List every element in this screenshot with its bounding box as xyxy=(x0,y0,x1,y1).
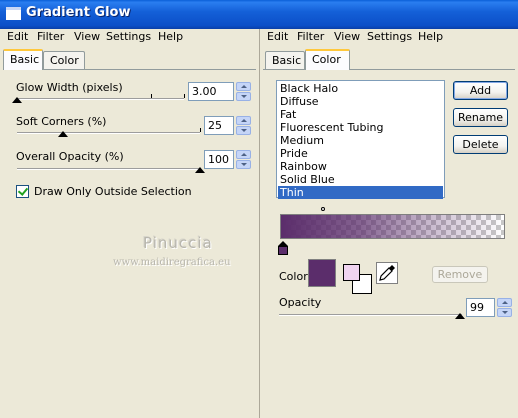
preset-list-item[interactable]: Black Halo xyxy=(278,82,443,95)
tab-basic[interactable]: Basic xyxy=(265,51,305,69)
gradient-preview[interactable] xyxy=(280,214,505,239)
soft-corners-slider-thumb[interactable] xyxy=(57,131,68,137)
color-tab-page: Black Halo Diffuse Fat Fluorescent Tubing Me… xyxy=(263,69,515,415)
basic-tab-page: Glow Width (pixels) 3.00 Soft Corners (%… xyxy=(3,69,256,415)
spin-down-icon[interactable] xyxy=(236,126,251,135)
color-label: Color xyxy=(279,270,308,283)
right-panel: Edit Filter View Settings Help Basic Col… xyxy=(260,29,518,418)
menu-help[interactable]: Help xyxy=(158,30,183,43)
opacity-label: Opacity xyxy=(279,296,322,309)
menu-settings[interactable]: Settings xyxy=(367,30,412,43)
glow-width-input[interactable]: 3.00 xyxy=(188,82,234,101)
soft-corners-label: Soft Corners (%) xyxy=(16,115,107,128)
preset-list-item[interactable]: Solid Blue xyxy=(278,173,443,186)
menu-settings[interactable]: Settings xyxy=(106,30,151,43)
glow-width-tick xyxy=(151,94,152,98)
glow-width-spinner[interactable] xyxy=(236,82,251,101)
right-menubar: Edit Filter View Settings Help xyxy=(260,29,518,46)
preset-list-item[interactable]: Medium xyxy=(278,134,443,147)
spin-up-icon[interactable] xyxy=(236,116,251,125)
tab-basic[interactable]: Basic xyxy=(3,49,43,70)
menu-view[interactable]: View xyxy=(74,30,100,43)
spin-down-icon[interactable] xyxy=(497,308,512,317)
preset-list[interactable]: Black Halo Diffuse Fat Fluorescent Tubing Me… xyxy=(276,80,445,199)
draw-outside-checkbox[interactable] xyxy=(16,185,29,198)
overall-opacity-spinner[interactable] xyxy=(236,150,251,169)
foreground-color-swatch[interactable] xyxy=(343,264,360,281)
delete-button[interactable]: Delete xyxy=(453,135,508,154)
eyedropper-icon xyxy=(379,265,395,281)
glow-width-label: Glow Width (pixels) xyxy=(16,81,123,94)
preset-list-item[interactable]: Pride xyxy=(278,147,443,160)
menu-help[interactable]: Help xyxy=(418,30,443,43)
tab-color[interactable]: Color xyxy=(43,51,85,69)
soft-corners-slider-track[interactable] xyxy=(17,132,200,134)
left-menubar: Edit Filter View Settings Help xyxy=(0,29,259,46)
gradient-fill xyxy=(281,215,504,238)
rename-button[interactable]: Rename xyxy=(453,108,508,127)
menu-edit[interactable]: Edit xyxy=(267,30,288,43)
watermark-name: Pinuccia xyxy=(143,234,213,252)
soft-corners-tick xyxy=(200,128,201,132)
menu-filter[interactable]: Filter xyxy=(297,30,324,43)
left-panel: Edit Filter View Settings Help Basic Col… xyxy=(0,29,259,418)
opacity-slider-thumb[interactable] xyxy=(455,313,466,319)
preset-list-item[interactable]: Diffuse xyxy=(278,95,443,108)
watermark-url: www.maidiregrafica.eu xyxy=(113,257,231,268)
preset-list-item[interactable]: Fat xyxy=(278,108,443,121)
soft-corners-spinner[interactable] xyxy=(236,116,251,135)
tab-color[interactable]: Color xyxy=(305,49,350,70)
soft-corners-input[interactable]: 25 xyxy=(204,116,234,135)
eyedropper-button[interactable] xyxy=(376,262,398,284)
spin-down-icon[interactable] xyxy=(236,92,251,101)
spin-up-icon[interactable] xyxy=(236,150,251,159)
window-icon xyxy=(6,7,21,20)
title-bar[interactable]: Gradient Glow xyxy=(0,0,518,29)
overall-opacity-input[interactable]: 100 xyxy=(204,150,234,169)
draw-outside-label: Draw Only Outside Selection xyxy=(34,185,192,198)
menu-filter[interactable]: Filter xyxy=(37,30,64,43)
preset-list-item[interactable]: Fluorescent Tubing xyxy=(278,121,443,134)
opacity-slider-track[interactable] xyxy=(279,314,462,316)
preset-list-item[interactable]: Thin xyxy=(278,186,443,199)
glow-color-swatch[interactable] xyxy=(308,259,336,287)
window-title: Gradient Glow xyxy=(26,5,131,20)
glow-width-tick xyxy=(184,94,185,98)
remove-button[interactable]: Remove xyxy=(432,266,488,283)
opacity-input[interactable]: 99 xyxy=(466,298,495,317)
add-button[interactable]: Add xyxy=(453,81,508,100)
menu-edit[interactable]: Edit xyxy=(7,30,28,43)
overall-opacity-label: Overall Opacity (%) xyxy=(16,150,124,163)
overall-opacity-slider-track[interactable] xyxy=(17,168,200,170)
preset-list-item[interactable]: Rainbow xyxy=(278,160,443,173)
glow-width-slider-track[interactable] xyxy=(17,98,184,100)
spin-up-icon[interactable] xyxy=(236,82,251,91)
menu-view[interactable]: View xyxy=(334,30,360,43)
glow-width-slider-thumb[interactable] xyxy=(12,97,22,103)
color-stop-marker[interactable] xyxy=(278,246,288,255)
midpoint-marker[interactable] xyxy=(321,207,325,211)
spin-up-icon[interactable] xyxy=(497,298,512,307)
opacity-spinner[interactable] xyxy=(497,298,512,317)
spin-down-icon[interactable] xyxy=(236,160,251,169)
